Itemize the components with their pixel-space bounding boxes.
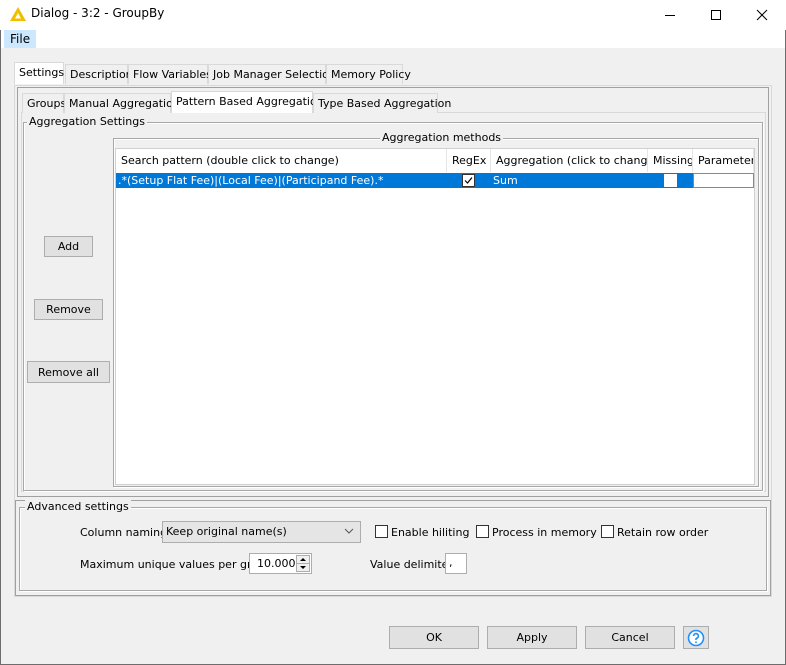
minimize-button[interactable] [647, 0, 693, 30]
column-naming-select[interactable]: Keep original name(s) [162, 521, 361, 543]
table-row[interactable]: .*(Setup Flat Fee)|(Local Fee)|(Particip… [116, 173, 754, 188]
tab-job-manager-selection[interactable]: Job Manager Selection [208, 64, 336, 84]
maximize-button[interactable] [693, 0, 739, 30]
tab-groups[interactable]: Groups [22, 93, 66, 113]
column-header-regex[interactable]: RegEx [447, 149, 491, 172]
advanced-settings-legend: Advanced settings [25, 500, 131, 513]
column-naming-label: Column naming: [80, 526, 171, 539]
minimize-icon [665, 15, 675, 16]
process-in-memory-label[interactable]: Process in memory [492, 526, 597, 539]
window-title: Dialog - 3:2 - GroupBy [31, 6, 165, 20]
help-icon [687, 629, 705, 646]
missing-checkbox[interactable] [664, 174, 677, 187]
spinner-down-icon[interactable] [297, 564, 309, 571]
tab-description[interactable]: Description [65, 64, 133, 84]
cell-parameter[interactable] [693, 173, 754, 188]
add-button[interactable]: Add [44, 236, 93, 257]
regex-checkbox[interactable] [462, 174, 475, 187]
tab-settings[interactable]: Settings [14, 62, 64, 84]
remove-button[interactable]: Remove [34, 299, 103, 320]
spinner-up-icon[interactable] [297, 556, 309, 563]
aggregation-settings-legend: Aggregation Settings [27, 115, 147, 128]
help-button[interactable] [683, 626, 709, 649]
max-unique-values-label: Maximum unique values per group [80, 558, 272, 571]
column-naming-value: Keep original name(s) [166, 525, 287, 538]
cell-missing[interactable] [648, 173, 693, 188]
column-header-search-pattern[interactable]: Search pattern (double click to change) [116, 149, 447, 172]
spinner-buttons[interactable] [296, 555, 310, 572]
cell-search-pattern[interactable]: .*(Setup Flat Fee)|(Local Fee)|(Particip… [116, 173, 447, 188]
chevron-down-icon [344, 528, 354, 534]
cell-aggregation[interactable]: Sum [491, 173, 648, 188]
max-unique-values-value[interactable]: 10.000 [257, 554, 296, 573]
retain-row-order-checkbox[interactable] [601, 525, 614, 538]
menu-file[interactable]: File [4, 30, 37, 48]
maximize-icon [711, 10, 721, 20]
value-delimiter-input[interactable]: , [445, 553, 467, 574]
apply-button[interactable]: Apply [487, 626, 577, 649]
tab-pattern-based-aggregation[interactable]: Pattern Based Aggregation [171, 91, 324, 113]
close-icon [756, 9, 768, 21]
value-delimiter-label: Value delimiter [370, 558, 453, 571]
aggregation-methods-legend: Aggregation methods [380, 131, 504, 144]
tab-flow-variables[interactable]: Flow Variables [128, 64, 212, 84]
column-header-missing[interactable]: Missing [648, 149, 693, 172]
close-button[interactable] [739, 0, 785, 30]
menu-bar: File [0, 30, 786, 48]
cancel-button[interactable]: Cancel [585, 626, 675, 649]
column-header-parameter[interactable]: Parameter [693, 149, 754, 172]
inner-tab-bar: Groups Manual Aggregation Pattern Based … [22, 91, 762, 115]
aggregation-methods-table[interactable]: Search pattern (double click to change) … [115, 148, 755, 485]
warning-triangle-icon [10, 7, 26, 21]
max-unique-values-spinner[interactable]: 10.000 [249, 553, 312, 574]
enable-hiliting-checkbox[interactable] [375, 525, 388, 538]
remove-all-button[interactable]: Remove all [27, 361, 110, 383]
ok-button[interactable]: OK [389, 626, 479, 649]
window-border-left [0, 30, 1, 665]
process-in-memory-checkbox[interactable] [476, 525, 489, 538]
outer-tab-bar: Settings Description Flow Variables Job … [14, 62, 774, 86]
retain-row-order-label[interactable]: Retain row order [617, 526, 708, 539]
tab-memory-policy[interactable]: Memory Policy [326, 64, 411, 84]
cell-regex[interactable] [447, 173, 491, 188]
tab-manual-aggregation[interactable]: Manual Aggregation [64, 93, 180, 113]
advanced-settings-group [19, 507, 767, 591]
checkmark-icon [464, 177, 473, 184]
enable-hiliting-label[interactable]: Enable hiliting [391, 526, 469, 539]
column-header-aggregation[interactable]: Aggregation (click to change) [491, 149, 648, 172]
tab-type-based-aggregation[interactable]: Type Based Aggregation [313, 93, 451, 113]
title-bar: Dialog - 3:2 - GroupBy [0, 0, 786, 30]
